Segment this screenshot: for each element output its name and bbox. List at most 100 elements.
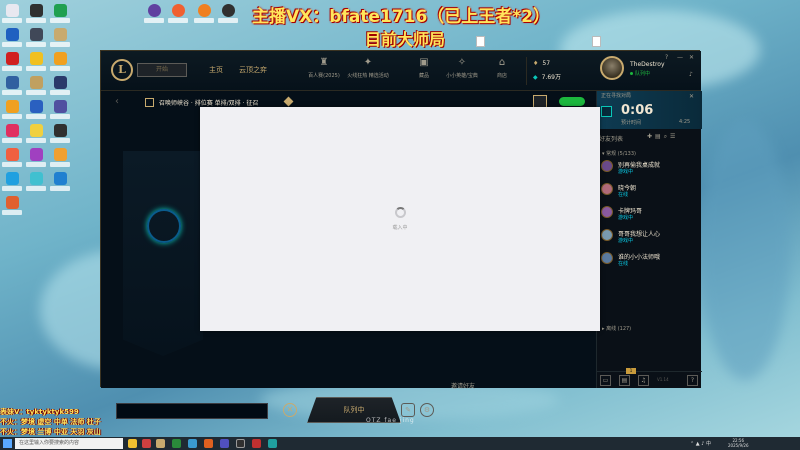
windows-start-icon[interactable] xyxy=(3,439,12,448)
missions-icon[interactable]: ▤ xyxy=(619,375,630,386)
settings-icon[interactable]: ⚙ xyxy=(420,403,434,417)
taskbar-app-icon[interactable] xyxy=(252,439,261,448)
desktop-app-icon[interactable] xyxy=(50,4,70,24)
wallpaper-watermark: OTZ fae jing xyxy=(366,417,415,424)
collection-icon: ▣ xyxy=(419,57,429,68)
help-icon[interactable]: ? xyxy=(665,54,668,61)
desktop-app-icon[interactable] xyxy=(194,4,214,24)
lobby-chat-input[interactable] xyxy=(116,403,268,419)
client-top-bar: L 开始 主页 云顶之弈 ♜ 百人赛(2025) ✦ 火线狂热 精选活动 ▣ 藏… xyxy=(101,51,701,91)
desktop-app-icon[interactable] xyxy=(2,172,22,192)
desktop-app-icon[interactable] xyxy=(50,28,70,48)
friend-list-item[interactable]: 哥哥我想让人心 游戏中 xyxy=(601,228,699,248)
league-logo-icon[interactable]: L xyxy=(111,59,133,81)
taskbar-search-input[interactable]: 在这里输入你要搜索的内容 xyxy=(15,438,123,449)
notification-badge: 1 xyxy=(626,368,636,374)
desktop-app-icon[interactable] xyxy=(2,4,22,24)
desktop-app-icon[interactable] xyxy=(144,4,164,24)
notification-bell-icon[interactable]: ♪ xyxy=(689,71,693,78)
friend-avatar xyxy=(601,252,613,264)
taskbar-app-icon[interactable] xyxy=(236,439,245,448)
friend-tools-icons[interactable]: ✚▤⌕☰ xyxy=(647,133,678,141)
currency-panel[interactable]: ♦ 57 ◆ 7.69万 xyxy=(526,57,596,85)
desktop-app-icon[interactable] xyxy=(26,4,46,24)
desktop-app-icon[interactable] xyxy=(50,52,70,72)
friend-status: 游戏中 xyxy=(618,169,634,175)
wallpaper-shadow xyxy=(700,120,790,380)
avatar[interactable] xyxy=(600,56,624,80)
desktop-app-icon[interactable] xyxy=(26,148,46,168)
minimize-icon[interactable]: — xyxy=(677,54,683,61)
taskbar-app-icon[interactable] xyxy=(142,439,151,448)
desktop-app-icon[interactable] xyxy=(26,124,46,144)
taskbar-app-icon[interactable] xyxy=(188,439,197,448)
taskbar-app-icon[interactable] xyxy=(128,439,137,448)
taskbar-app-icon[interactable] xyxy=(172,439,181,448)
desktop-app-icon[interactable] xyxy=(2,148,22,168)
support-icon[interactable]: ? xyxy=(687,375,698,386)
desktop-app-icon[interactable] xyxy=(26,28,46,48)
voice-icon[interactable]: ♫ xyxy=(638,375,649,386)
nav-home[interactable]: 主页 xyxy=(209,65,223,75)
close-icon[interactable]: ✕ xyxy=(689,54,694,61)
nav-tft[interactable]: 云顶之弈 xyxy=(239,65,267,75)
desktop-app-icon[interactable] xyxy=(26,76,46,96)
desktop-app-icon[interactable] xyxy=(168,4,188,24)
friend-list-item[interactable]: 卡牌玛哥 游戏中 xyxy=(601,205,699,225)
profile-summary[interactable]: TheDestroy 队列中 xyxy=(598,55,698,87)
chat-icon[interactable]: ▭ xyxy=(600,375,611,386)
friend-avatar xyxy=(601,183,613,195)
friend-list-item[interactable]: 谁的小小法师哦 在线 xyxy=(601,251,699,271)
desktop-app-icon[interactable] xyxy=(26,172,46,192)
profile-name: TheDestroy xyxy=(630,61,665,68)
event-icon: ✦ xyxy=(363,57,373,68)
desktop-app-icon[interactable] xyxy=(50,172,70,192)
player-banner xyxy=(123,151,203,356)
desktop-app-icon[interactable] xyxy=(50,124,70,144)
friend-list-item[interactable]: 晓今朝 在线 xyxy=(601,182,699,202)
system-clock[interactable]: 22:56 2025/9/26 xyxy=(728,438,749,448)
desktop-app-icon[interactable] xyxy=(2,196,22,216)
back-arrow-icon[interactable]: ‹ xyxy=(115,96,119,107)
edit-icon[interactable]: ✎ xyxy=(401,403,415,417)
desktop-app-icon[interactable] xyxy=(26,100,46,120)
nav-collection[interactable]: ▣ 藏品 xyxy=(407,57,441,79)
loading-text: 载入中 xyxy=(392,225,408,231)
friend-group-offline[interactable]: ▸ 离线 (127) xyxy=(602,325,631,332)
nav-event[interactable]: ✦ 火线狂热 精选活动 xyxy=(345,57,391,79)
taskbar-app-icon[interactable] xyxy=(204,439,213,448)
desktop-app-icon[interactable] xyxy=(2,28,22,48)
friend-group-general[interactable]: ▾ 常规 (5/133) xyxy=(602,150,636,157)
close-icon[interactable]: ✕ xyxy=(689,93,694,100)
desktop-file-icon[interactable] xyxy=(592,36,601,47)
desktop-app-icon[interactable] xyxy=(2,76,22,96)
desktop-app-icon[interactable] xyxy=(2,124,22,144)
desktop-app-icon[interactable] xyxy=(218,4,238,24)
friend-avatar xyxy=(601,160,613,172)
loading-spinner-icon xyxy=(395,207,406,218)
nav-loot[interactable]: ✧ 小小英雄/宝典 xyxy=(442,57,482,79)
banner-emblem-ring xyxy=(147,209,181,243)
taskbar-app-icon[interactable] xyxy=(156,439,165,448)
stream-overlay-line: 表妹V：tyktyktyk599 xyxy=(0,408,79,416)
system-tray-icons[interactable]: ⌃ ▲ ♪ 中 xyxy=(690,440,711,447)
blue-essence-icon: ♦ xyxy=(533,60,539,67)
play-button[interactable]: 开始 xyxy=(137,63,187,77)
desktop-app-icon[interactable] xyxy=(50,100,70,120)
riot-points-amount: 7.69万 xyxy=(541,74,561,81)
taskbar-app-icon[interactable] xyxy=(268,439,277,448)
desktop-file-icon[interactable] xyxy=(476,36,485,47)
desktop-app-icon[interactable] xyxy=(50,148,70,168)
desktop-app-icon[interactable] xyxy=(2,52,22,72)
nav-store[interactable]: ⌂ 商店 xyxy=(485,57,519,79)
desktop-app-icon[interactable] xyxy=(50,76,70,96)
nav-event-pass[interactable]: ♜ 百人赛(2025) xyxy=(307,57,341,79)
friend-list-item[interactable]: 别再偷我桌成就 游戏中 xyxy=(601,159,699,179)
desktop-app-icon[interactable] xyxy=(26,52,46,72)
desktop-app-icon[interactable] xyxy=(2,100,22,120)
cancel-queue-button[interactable]: ✕ xyxy=(283,403,297,417)
taskbar-app-icon[interactable] xyxy=(220,439,229,448)
friend-avatar xyxy=(601,206,613,218)
invite-friends-label[interactable]: 邀请好友 xyxy=(451,381,475,390)
toggle-switch[interactable] xyxy=(559,97,585,106)
